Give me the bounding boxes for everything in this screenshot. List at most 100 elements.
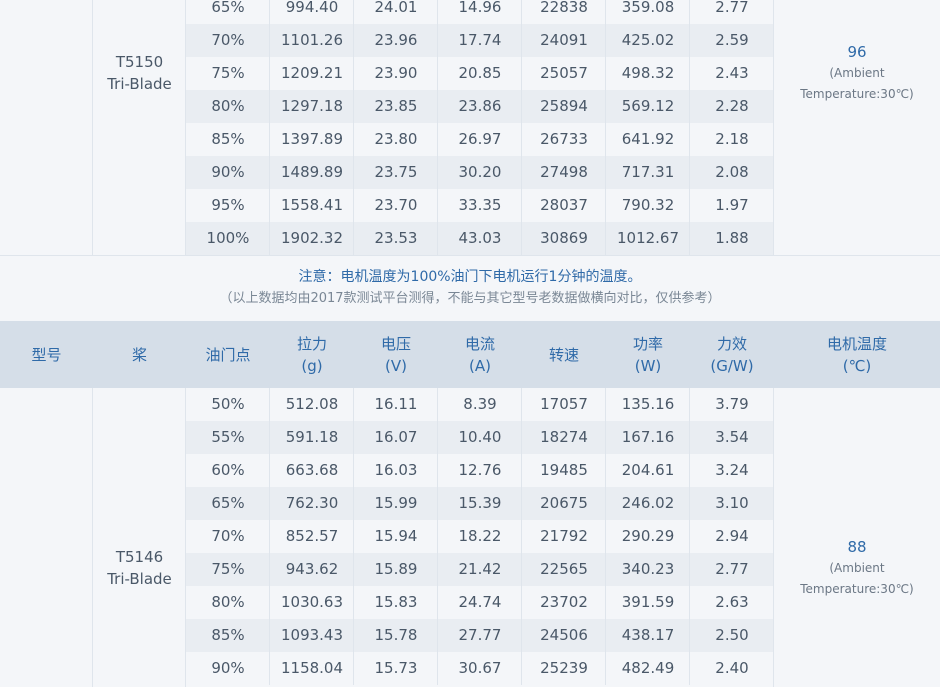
cell-current: 12.76: [458, 461, 502, 479]
column-divider: [437, 24, 438, 57]
column-divider: [521, 520, 522, 553]
column-divider: [353, 388, 354, 421]
cell-power: 167.16: [621, 428, 675, 446]
cell-voltage: 15.78: [374, 626, 418, 644]
cell-rpm: 25894: [540, 97, 588, 115]
column-divider: [521, 619, 522, 652]
cell-rpm: 28037: [540, 196, 588, 214]
lower-motor-temp: 88 (Ambient Temperature:30℃): [774, 536, 940, 600]
column-divider: [437, 652, 438, 685]
cell-rpm: 24091: [540, 31, 588, 49]
column-divider: [437, 189, 438, 222]
cell-throttle: 65%: [211, 0, 245, 16]
column-divider: [269, 421, 270, 454]
upper-temp-note2: Temperature:30℃): [800, 87, 914, 101]
table-row: 100% 1902.32 23.53 43.03 30869 1012.67 1.88: [186, 222, 774, 255]
column-divider: [353, 90, 354, 123]
cell-current: 24.74: [458, 593, 502, 611]
header-throttle-label: 油门点: [205, 345, 251, 364]
column-divider: [605, 586, 606, 619]
cell-current: 17.74: [458, 31, 502, 49]
cell-voltage: 15.99: [374, 494, 418, 512]
cell-rpm: 25239: [540, 659, 588, 677]
cell-voltage: 15.94: [374, 527, 418, 545]
cell-current: 20.85: [458, 64, 502, 82]
column-divider: [437, 222, 438, 255]
column-divider: [437, 553, 438, 586]
column-divider: [437, 57, 438, 90]
column-divider: [689, 619, 690, 652]
table-row: 90% 1158.04 15.73 30.67 25239 482.49 2.40: [186, 652, 774, 685]
upper-temp-value: 96: [847, 43, 867, 61]
cell-power: 135.16: [621, 395, 675, 413]
table-row: 60% 663.68 16.03 12.76 19485 204.61 3.24: [186, 454, 774, 487]
cell-throttle: 50%: [211, 395, 245, 413]
table-row: 75% 943.62 15.89 21.42 22565 340.23 2.77: [186, 553, 774, 586]
column-divider: [605, 189, 606, 222]
cell-throttle: 90%: [211, 659, 245, 677]
cell-current: 43.03: [458, 229, 502, 247]
cell-thrust: 1558.41: [280, 196, 344, 214]
column-divider: [353, 553, 354, 586]
column-divider: [353, 487, 354, 520]
lower-temp-value: 88: [847, 538, 867, 556]
column-divider: [689, 222, 690, 255]
column-divider: [353, 57, 354, 90]
header-power-label: 功率: [632, 334, 663, 353]
header-voltage-label: 电压: [380, 334, 411, 353]
header-current-label: 电流: [464, 334, 495, 353]
cell-power: 641.92: [621, 130, 675, 148]
table-row: 70% 852.57 15.94 18.22 21792 290.29 2.94: [186, 520, 774, 553]
column-divider: [689, 487, 690, 520]
cell-throttle: 100%: [206, 229, 250, 247]
column-divider: [269, 520, 270, 553]
cell-voltage: 15.73: [374, 659, 418, 677]
lower-temp-note2: Temperature:30℃): [800, 582, 914, 596]
cell-efficiency: 2.59: [715, 31, 749, 49]
header-motor-temp-unit: (℃): [842, 356, 872, 375]
column-divider: [353, 24, 354, 57]
cell-thrust: 1158.04: [280, 659, 344, 677]
cell-thrust: 1397.89: [280, 130, 344, 148]
cell-rpm: 23702: [540, 593, 588, 611]
cell-throttle: 80%: [211, 97, 245, 115]
cell-voltage: 23.70: [374, 196, 418, 214]
header-throttle: 油门点: [186, 321, 270, 388]
column-divider: [521, 57, 522, 90]
cell-rpm: 26733: [540, 130, 588, 148]
column-divider: [605, 90, 606, 123]
cell-rpm: 24506: [540, 626, 588, 644]
column-divider: [269, 0, 270, 24]
cell-voltage: 16.11: [374, 395, 418, 413]
cell-throttle: 85%: [211, 626, 245, 644]
cell-efficiency: 2.77: [715, 0, 749, 16]
cell-voltage: 15.89: [374, 560, 418, 578]
table-row: 65% 762.30 15.99 15.39 20675 246.02 3.10: [186, 487, 774, 520]
cell-efficiency: 2.63: [715, 593, 749, 611]
cell-rpm: 27498: [540, 163, 588, 181]
column-divider: [689, 90, 690, 123]
cell-power: 391.59: [621, 593, 675, 611]
table-row: 80% 1297.18 23.85 23.86 25894 569.12 2.28: [186, 90, 774, 123]
table-row: 75% 1209.21 23.90 20.85 25057 498.32 2.43: [186, 57, 774, 90]
column-divider: [605, 156, 606, 189]
column-divider: [605, 388, 606, 421]
cell-power: 498.32: [621, 64, 675, 82]
table-row: 50% 512.08 16.11 8.39 17057 135.16 3.79: [186, 388, 774, 421]
column-divider: [353, 123, 354, 156]
cell-efficiency: 3.79: [715, 395, 749, 413]
column-divider: [269, 388, 270, 421]
column-divider: [437, 487, 438, 520]
column-divider: [269, 57, 270, 90]
header-current: 电流 (A): [438, 321, 522, 388]
table-header: 型号 桨 油门点 拉力 (g) 电压 (V) 电流 (A) 转速 功率 (W) …: [0, 321, 940, 388]
cell-rpm: 21792: [540, 527, 588, 545]
cell-power: 438.17: [621, 626, 675, 644]
cell-power: 359.08: [621, 0, 675, 16]
column-divider: [689, 388, 690, 421]
cell-efficiency: 2.43: [715, 64, 749, 82]
lower-model-line1: T5146: [115, 548, 164, 566]
cell-efficiency: 2.77: [715, 560, 749, 578]
header-thrust: 拉力 (g): [270, 321, 354, 388]
cell-efficiency: 2.50: [715, 626, 749, 644]
